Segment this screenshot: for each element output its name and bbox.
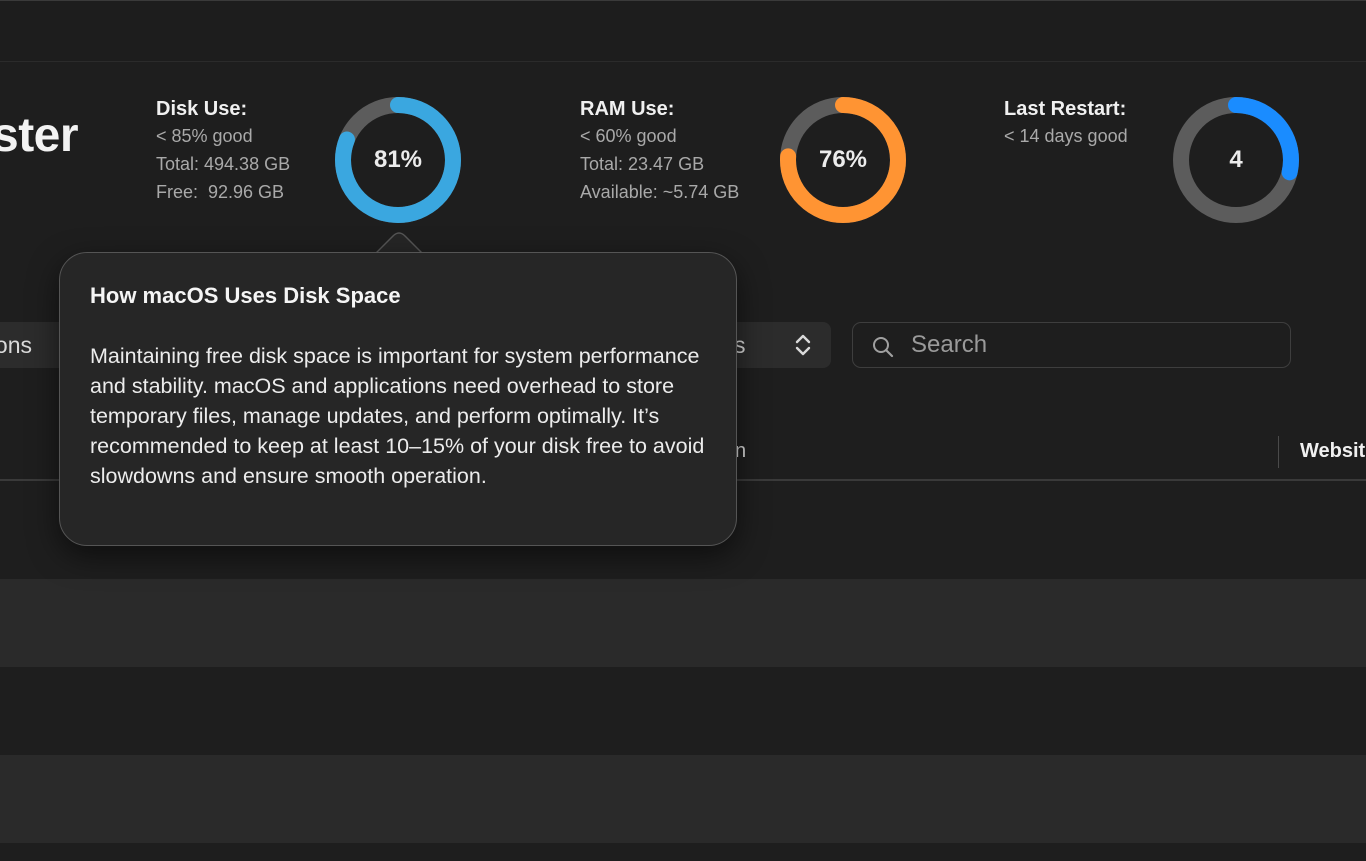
ram-use-ring-label: 76% [818, 146, 868, 173]
table-row[interactable] [0, 667, 1366, 755]
disk-stat: Disk Use: < 85% good Total: 494.38 GB Fr… [156, 96, 290, 206]
table-row[interactable] [0, 755, 1366, 843]
column-header-website[interactable]: Websit [1300, 440, 1365, 463]
disk-use-ring[interactable]: 81% [333, 95, 463, 225]
disk-stat-threshold: < 85% good [156, 126, 253, 146]
restart-stat-title: Last Restart: [1004, 98, 1127, 120]
ram-stat: RAM Use: < 60% good Total: 23.47 GB Avai… [580, 96, 739, 206]
restart-stat: Last Restart: < 14 days good [1004, 96, 1128, 150]
last-restart-ring[interactable]: 4 [1171, 95, 1301, 225]
column-divider [1278, 436, 1279, 468]
disk-use-ring-label: 81% [373, 146, 423, 173]
last-restart-ring-label: 4 [1229, 146, 1243, 173]
disk-stat-title: Disk Use: [156, 98, 248, 120]
app-title: ster [0, 109, 79, 162]
restart-stat-threshold: < 14 days good [1004, 126, 1128, 146]
search-icon [871, 335, 895, 364]
ram-stat-total: Total: 23.47 GB [580, 154, 705, 174]
popover-body: Maintaining free disk space is important… [90, 344, 705, 488]
search-placeholder: Search [911, 331, 988, 358]
table-row[interactable] [0, 579, 1366, 667]
disk-stat-free: Free: 92.96 GB [156, 182, 285, 202]
disk-info-popover: How macOS Uses Disk Space Maintaining fr… [59, 252, 737, 546]
table-row[interactable] [0, 843, 1366, 861]
search-field[interactable]: Search [852, 322, 1291, 368]
chevron-up-down-icon [794, 333, 812, 362]
ram-stat-title: RAM Use: [580, 98, 675, 120]
ram-stat-threshold: < 60% good [580, 126, 677, 146]
window-titlebar [0, 0, 1366, 62]
disk-stat-total: Total: 494.38 GB [156, 154, 291, 174]
ram-stat-available: Available: ~5.74 GB [580, 182, 740, 202]
ram-use-ring[interactable]: 76% [778, 95, 908, 225]
popover-title: How macOS Uses Disk Space [90, 283, 401, 308]
